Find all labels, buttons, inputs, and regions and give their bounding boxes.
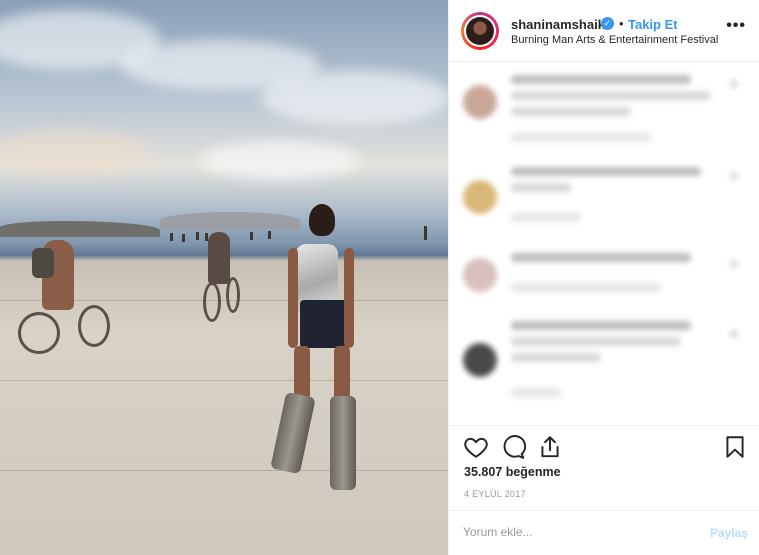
comment-text: [511, 167, 701, 176]
comment-text: [511, 107, 631, 116]
comment-text: [511, 337, 681, 346]
follow-button[interactable]: Takip Et: [628, 17, 678, 32]
post-comment-button[interactable]: Paylaş: [710, 526, 748, 540]
comment-like-icon[interactable]: [729, 259, 739, 269]
bookmark-icon[interactable]: [722, 434, 748, 460]
comment-text: [511, 321, 691, 330]
comment-text: [511, 75, 691, 84]
action-bar: [449, 425, 759, 465]
comment-text: [511, 91, 711, 100]
comment-text: [511, 353, 601, 362]
comment-like-icon[interactable]: [729, 329, 739, 339]
comment-like-icon[interactable]: [729, 171, 739, 181]
comment-avatar: [463, 258, 497, 292]
comment-like-icon[interactable]: [729, 79, 739, 89]
comment-meta: [511, 133, 651, 142]
post-date[interactable]: 4 EYLÜL 2017: [464, 489, 526, 499]
comment-text: [511, 183, 571, 192]
post-header: shaninamshaik ✓ • Takip Et Burning Man A…: [449, 0, 759, 62]
comment-meta: [511, 388, 561, 397]
heart-icon[interactable]: [463, 434, 489, 460]
comments-list: [449, 63, 759, 425]
username-link[interactable]: shaninamshaik: [511, 17, 605, 32]
comment-avatar: [463, 180, 497, 214]
add-comment-bar: Paylaş: [449, 510, 759, 555]
post-sidebar: shaninamshaik ✓ • Takip Et Burning Man A…: [448, 0, 759, 555]
avatar[interactable]: [461, 12, 499, 50]
comment-avatar: [463, 85, 497, 119]
comment-input[interactable]: [463, 525, 683, 539]
comment-text: [511, 253, 691, 262]
location-link[interactable]: Burning Man Arts & Entertainment Festiva…: [511, 34, 718, 46]
comment-meta: [511, 213, 581, 222]
more-options-icon[interactable]: •••: [726, 17, 746, 35]
share-icon[interactable]: [537, 434, 563, 460]
comment-icon[interactable]: [500, 434, 526, 460]
post-photo[interactable]: [0, 0, 448, 555]
verified-badge-icon: ✓: [601, 17, 614, 30]
comment-meta: [511, 283, 661, 292]
comment-avatar: [463, 343, 497, 377]
likes-count[interactable]: 35.807 beğenme: [464, 465, 561, 479]
separator-dot: •: [619, 16, 624, 31]
